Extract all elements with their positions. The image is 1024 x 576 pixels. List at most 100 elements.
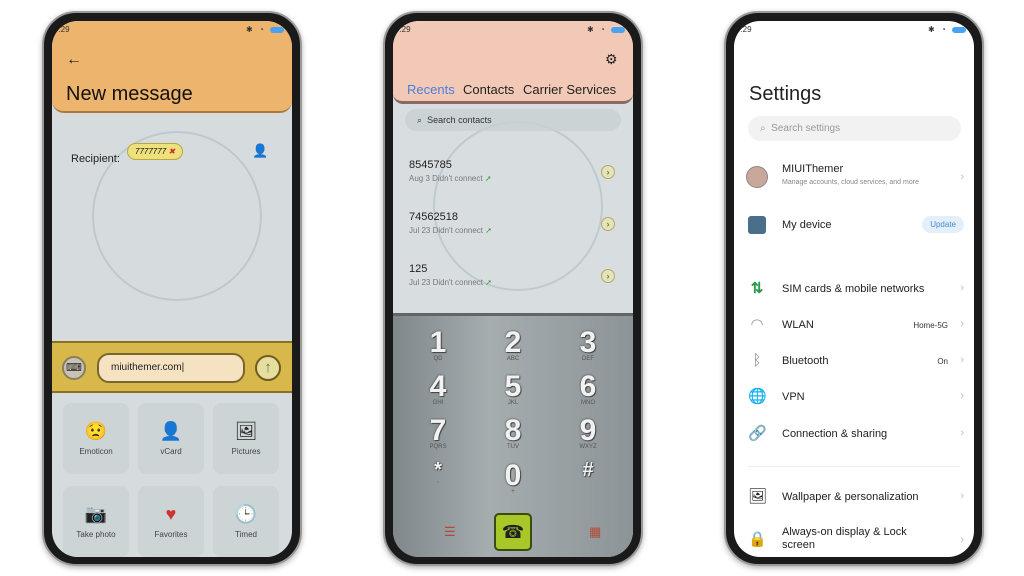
attach-take-photo[interactable]: 📷 Take photo [63,486,129,557]
row-label: Connection & sharing [782,428,888,440]
key-9[interactable]: 9 WXYZ [568,414,608,450]
chevron-right-icon: › [960,490,964,502]
call-details-chevron-icon[interactable]: › [601,217,615,231]
account-name: MIUIThemer [782,163,844,175]
keypad-toggle-icon[interactable]: ▦ [589,524,601,540]
settings-row-wlan[interactable]: ◠ WLAN Home-5G › [734,311,974,341]
dialer-screen: 9:29 ✱ ◔ ⚙ Recents Contacts Carrier Servi… [393,21,633,557]
keyboard-icon[interactable]: ⌨ [62,356,86,380]
heart-icon: ♥ [165,504,177,524]
attach-favorites[interactable]: ♥ Favorites [138,486,204,557]
recipient-chip[interactable]: 7777777 ✖ [127,143,184,160]
chevron-right-icon: › [960,282,964,294]
attach-label: Favorites [154,530,188,539]
call-detail: Jul 23 Didn't connect ➚ [409,226,492,235]
tab-contacts[interactable]: Contacts [463,82,514,97]
status-bar: 9:29 ✱ ◔ [52,25,292,37]
call-button[interactable]: ☎ [494,513,532,551]
key-5[interactable]: 5 JKL [493,370,533,406]
update-badge[interactable]: Update [922,216,964,233]
row-label: Bluetooth [782,355,829,367]
tab-recents[interactable]: Recents [407,82,455,97]
settings-screen: 9:29 ✱ ◔ Settings ⌕ Search settings MIUIT… [734,21,974,557]
pictures-icon: 🖼 [234,421,258,441]
avatar [746,166,768,188]
key-0[interactable]: 0 + [493,459,533,495]
status-time: 9:29 [54,25,70,34]
search-contacts-input[interactable]: ⌕ Search contacts [405,109,621,131]
key-1[interactable]: 1 QD [418,326,458,362]
menu-icon[interactable]: ☰ [444,524,456,540]
my-device-row[interactable]: My device Update [734,211,974,241]
attach-label: Pictures [231,447,261,456]
row-label: WLAN [782,319,814,331]
status-icons: ✱ ◔ [587,25,625,34]
key-7[interactable]: 7 PQRS [418,414,458,450]
messaging-screen: 9:29 ✱ ◔ ← New message Recipient: 7777777… [52,21,292,557]
chevron-right-icon: › [960,171,964,183]
call-detail: Aug 3 Didn't connect ➚ [409,174,492,183]
call-details-chevron-icon[interactable]: › [601,269,615,283]
call-number: 125 [409,263,428,275]
settings-row-lockscreen[interactable]: 🔒 Always-on display & Lock screen › [734,521,974,557]
key-8[interactable]: 8 TUV [493,414,533,450]
attach-pictures[interactable]: 🖼 Pictures [213,403,279,474]
attach-timed[interactable]: 🕒 Timed [213,486,279,557]
wifi-icon: ◠ [750,316,764,333]
emoticon-icon: 😟 [84,421,108,441]
account-subtitle: Manage accounts, cloud services, and mor… [782,179,919,186]
key-star[interactable]: *, [418,459,458,484]
recipient-number: 7777777 [135,147,167,156]
settings-row-connection[interactable]: 🔗 Connection & sharing › [734,420,974,450]
search-settings-input[interactable]: ⌕ Search settings [748,116,961,141]
settings-row-wallpaper[interactable]: 🖼 Wallpaper & personalization › [734,483,974,513]
search-placeholder: Search contacts [427,115,492,125]
key-3[interactable]: 3 DEF [568,326,608,362]
wallpaper-decoration [433,121,603,291]
call-details-chevron-icon[interactable]: › [601,165,615,179]
call-detail: Jul 23 Didn't connect ➚ [409,278,492,287]
phone-messaging: 9:29 ✱ ◔ ← New message Recipient: 7777777… [42,11,302,566]
recipient-label: Recipient: [71,153,120,165]
message-input[interactable]: miuithemer.com| [97,353,245,383]
tab-carrier-services[interactable]: Carrier Services [523,82,616,97]
key-2[interactable]: 2 ABC [493,326,533,362]
chevron-right-icon: › [960,318,964,330]
message-input-text: miuithemer.com [111,362,182,373]
status-time: 9:29 [395,25,411,34]
row-label: VPN [782,391,805,403]
chevron-right-icon: › [960,354,964,366]
link-icon: 🔗 [748,425,767,442]
divider [748,466,960,467]
compose-bar: ⌨ miuithemer.com| ↑ [52,341,292,393]
settings-row-sim[interactable]: ⇅ SIM cards & mobile networks › [734,275,974,305]
contact-picker-icon[interactable]: 👤 [252,143,268,159]
account-row[interactable]: MIUIThemer Manage accounts, cloud servic… [734,159,974,199]
status-bar: 9:29 ✱ ◔ [734,25,974,37]
attach-label: Emoticon [79,447,113,456]
key-4[interactable]: 4 GHI [418,370,458,406]
key-6[interactable]: 6 MNO [568,370,608,406]
row-value: Home-5G [913,321,948,330]
sim-icon: ⇅ [750,280,764,297]
key-hash[interactable]: # [568,459,608,481]
lock-icon: 🔒 [748,531,767,548]
attach-label: vCard [160,447,182,456]
gear-icon[interactable]: ⚙ [605,51,618,68]
status-icons: ✱ ◔ [928,25,966,34]
page-title: Settings [749,83,822,105]
attach-emoticon[interactable]: 😟 Emoticon [63,403,129,474]
chevron-right-icon: › [960,427,964,439]
attach-vcard[interactable]: 👤 vCard [138,403,204,474]
send-button[interactable]: ↑ [255,355,281,381]
vpn-icon: 🌐 [748,388,767,405]
vcard-icon: 👤 [159,421,183,441]
status-time: 9:29 [736,25,752,34]
back-arrow-icon[interactable]: ← [66,51,82,69]
status-icons: ✱ ◔ [246,25,284,34]
settings-row-vpn[interactable]: 🌐 VPN › [734,383,974,413]
chevron-right-icon: › [960,390,964,402]
row-label: SIM cards & mobile networks [782,283,925,295]
settings-row-bluetooth[interactable]: ᛒ Bluetooth On › [734,347,974,377]
remove-icon[interactable]: ✖ [168,147,175,156]
